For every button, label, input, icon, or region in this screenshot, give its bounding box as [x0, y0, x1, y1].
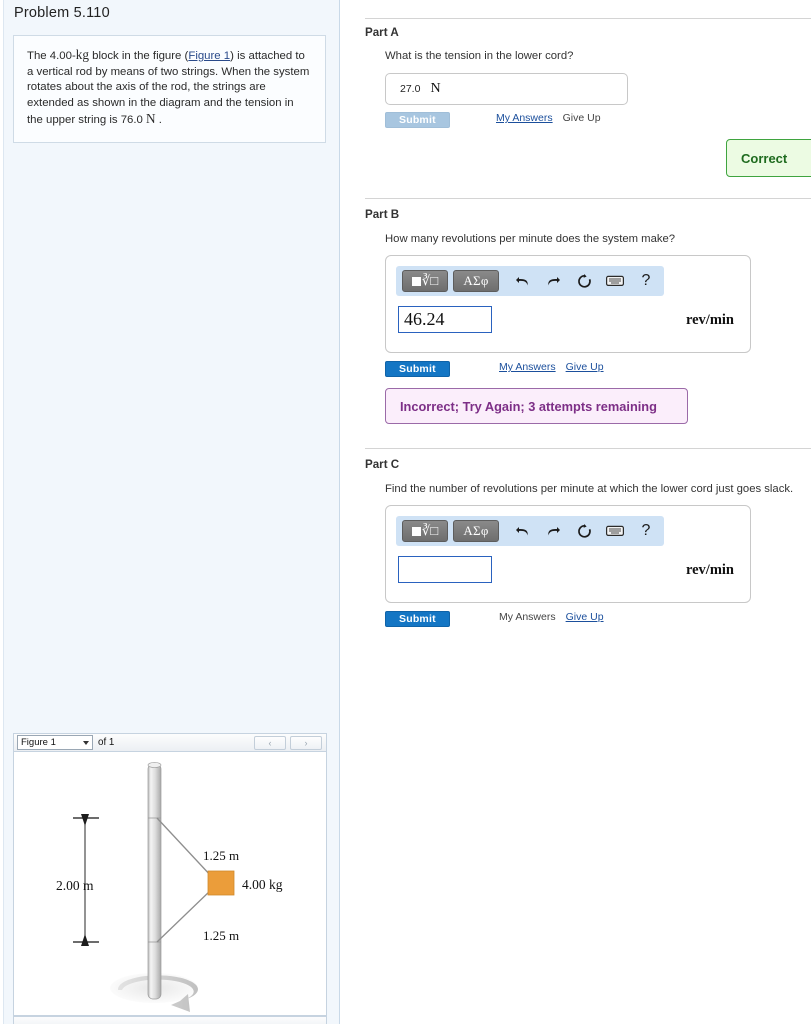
part-a-my-answers-link[interactable]: My Answers: [496, 112, 553, 124]
figure-viewer-footer: [13, 1016, 327, 1024]
help-icon[interactable]: ?: [633, 270, 659, 292]
part-a-divider: [365, 18, 811, 19]
problem-text-mid1: block in the figure (: [88, 50, 189, 62]
keyboard-icon[interactable]: [602, 270, 628, 292]
radical-icon: ∛□: [421, 523, 439, 538]
left-panel: Problem 5.110 The 4.00-kg block in the f…: [0, 0, 340, 1024]
part-b-answer-unit: rev/min: [685, 312, 734, 328]
part-b-divider: [365, 198, 811, 199]
figure-diagram: 2.00 m 1.25 m 1.25 m 4.00 kg: [56, 762, 283, 1012]
part-a-give-up-label[interactable]: Give Up: [563, 112, 601, 124]
problem-text-pre: The 4.00-: [27, 50, 76, 62]
undo-icon[interactable]: [509, 270, 535, 292]
problem-statement-text: The 4.00-kg block in the figure (Figure …: [27, 47, 312, 129]
left-edge-strip: [0, 0, 4, 1024]
page-root: Problem 5.110 The 4.00-kg block in the f…: [0, 0, 811, 1024]
part-a-links: My Answers Give Up: [496, 112, 611, 124]
part-a-submit-button[interactable]: Submit: [385, 112, 450, 128]
figure-viewer-header: Figure 1 of 1 ‹ ›: [13, 733, 327, 752]
part-c-submit-button[interactable]: Submit: [385, 611, 450, 627]
figure-prev-button[interactable]: ‹: [254, 736, 286, 750]
part-b-math-toolbar: ∛□ ΑΣφ ?: [396, 266, 664, 296]
part-a-answer-unit: N: [430, 81, 441, 96]
main-content: Part A What is the tension in the lower …: [341, 0, 811, 1024]
part-b-feedback: Incorrect; Try Again; 3 attempts remaini…: [385, 388, 688, 424]
figure-viewer: Figure 1 of 1 ‹ › 2.00 m 1.25 m 1.25 m 4…: [13, 733, 327, 1016]
figure-canvas: 2.00 m 1.25 m 1.25 m 4.00 kg: [13, 752, 327, 1016]
part-a-answer-field[interactable]: 27.0 N: [385, 73, 628, 105]
undo-icon[interactable]: [509, 520, 535, 542]
problem-text-end: .: [155, 114, 162, 127]
reset-icon[interactable]: [571, 520, 597, 542]
part-a-label: Part A: [365, 26, 399, 39]
part-c-my-answers-label[interactable]: My Answers: [499, 611, 556, 623]
redo-icon[interactable]: [540, 270, 566, 292]
greek-symbols-button[interactable]: ΑΣφ: [453, 520, 499, 542]
part-c-divider: [365, 448, 811, 449]
problem-text-unit: N: [146, 111, 156, 127]
part-b-answer-input[interactable]: 46.24: [398, 306, 492, 333]
problem-statement-box: The 4.00-kg block in the figure (Figure …: [13, 35, 326, 143]
part-a-question: What is the tension in the lower cord?: [385, 50, 574, 62]
keyboard-icon[interactable]: [602, 520, 628, 542]
template-menu-button[interactable]: ∛□: [402, 520, 448, 542]
template-menu-button[interactable]: ∛□: [402, 270, 448, 292]
part-b-links: My Answers Give Up: [499, 361, 614, 373]
greek-symbols-button[interactable]: ΑΣφ: [453, 270, 499, 292]
part-a-feedback: Correct: [726, 139, 811, 177]
problem-text-kg: kg: [75, 47, 89, 62]
part-c-answer-unit: rev/min: [685, 562, 734, 578]
part-b-answer-value: 46.24: [404, 309, 445, 329]
part-b-label: Part B: [365, 208, 400, 221]
template-square-icon: [411, 276, 421, 286]
greek-letters-icon: ΑΣφ: [463, 273, 489, 288]
radical-icon: ∛□: [421, 273, 439, 288]
figure-count-label: of 1: [98, 737, 115, 748]
page-title: Problem 5.110: [14, 5, 110, 21]
part-c-answer-input[interactable]: [398, 556, 492, 583]
figure-1-link[interactable]: Figure 1: [188, 50, 230, 62]
chevron-down-icon: [83, 741, 89, 745]
part-c-label: Part C: [365, 458, 400, 471]
part-b-give-up-link[interactable]: Give Up: [566, 361, 604, 373]
figure-height-label: 2.00 m: [56, 878, 94, 893]
figure-select-value: Figure 1: [21, 737, 56, 748]
part-c-answer-card: ∛□ ΑΣφ ? rev/min: [385, 505, 751, 603]
part-c-links: My Answers Give Up: [499, 611, 614, 623]
figure-lower-string-label: 1.25 m: [203, 928, 239, 943]
part-b-my-answers-link[interactable]: My Answers: [499, 361, 556, 373]
part-c-math-toolbar: ∛□ ΑΣφ ?: [396, 516, 664, 546]
figure-upper-string-label: 1.25 m: [203, 848, 239, 863]
figure-nav-buttons: ‹ ›: [254, 736, 322, 750]
reset-icon[interactable]: [571, 270, 597, 292]
figure-mass-label: 4.00 kg: [242, 877, 283, 892]
redo-icon[interactable]: [540, 520, 566, 542]
part-c-question: Find the number of revolutions per minut…: [385, 483, 794, 495]
help-icon[interactable]: ?: [633, 520, 659, 542]
part-a-answer-value: 27.0: [400, 83, 421, 95]
figure-next-button[interactable]: ›: [290, 736, 322, 750]
figure-select[interactable]: Figure 1: [17, 735, 93, 750]
greek-letters-icon: ΑΣφ: [463, 523, 489, 538]
template-square-icon: [411, 526, 421, 536]
part-b-submit-button[interactable]: Submit: [385, 361, 450, 377]
part-b-answer-card: ∛□ ΑΣφ ? 46.24 rev/min: [385, 255, 751, 353]
part-c-give-up-link[interactable]: Give Up: [566, 611, 604, 623]
part-b-question: How many revolutions per minute does the…: [385, 233, 676, 245]
